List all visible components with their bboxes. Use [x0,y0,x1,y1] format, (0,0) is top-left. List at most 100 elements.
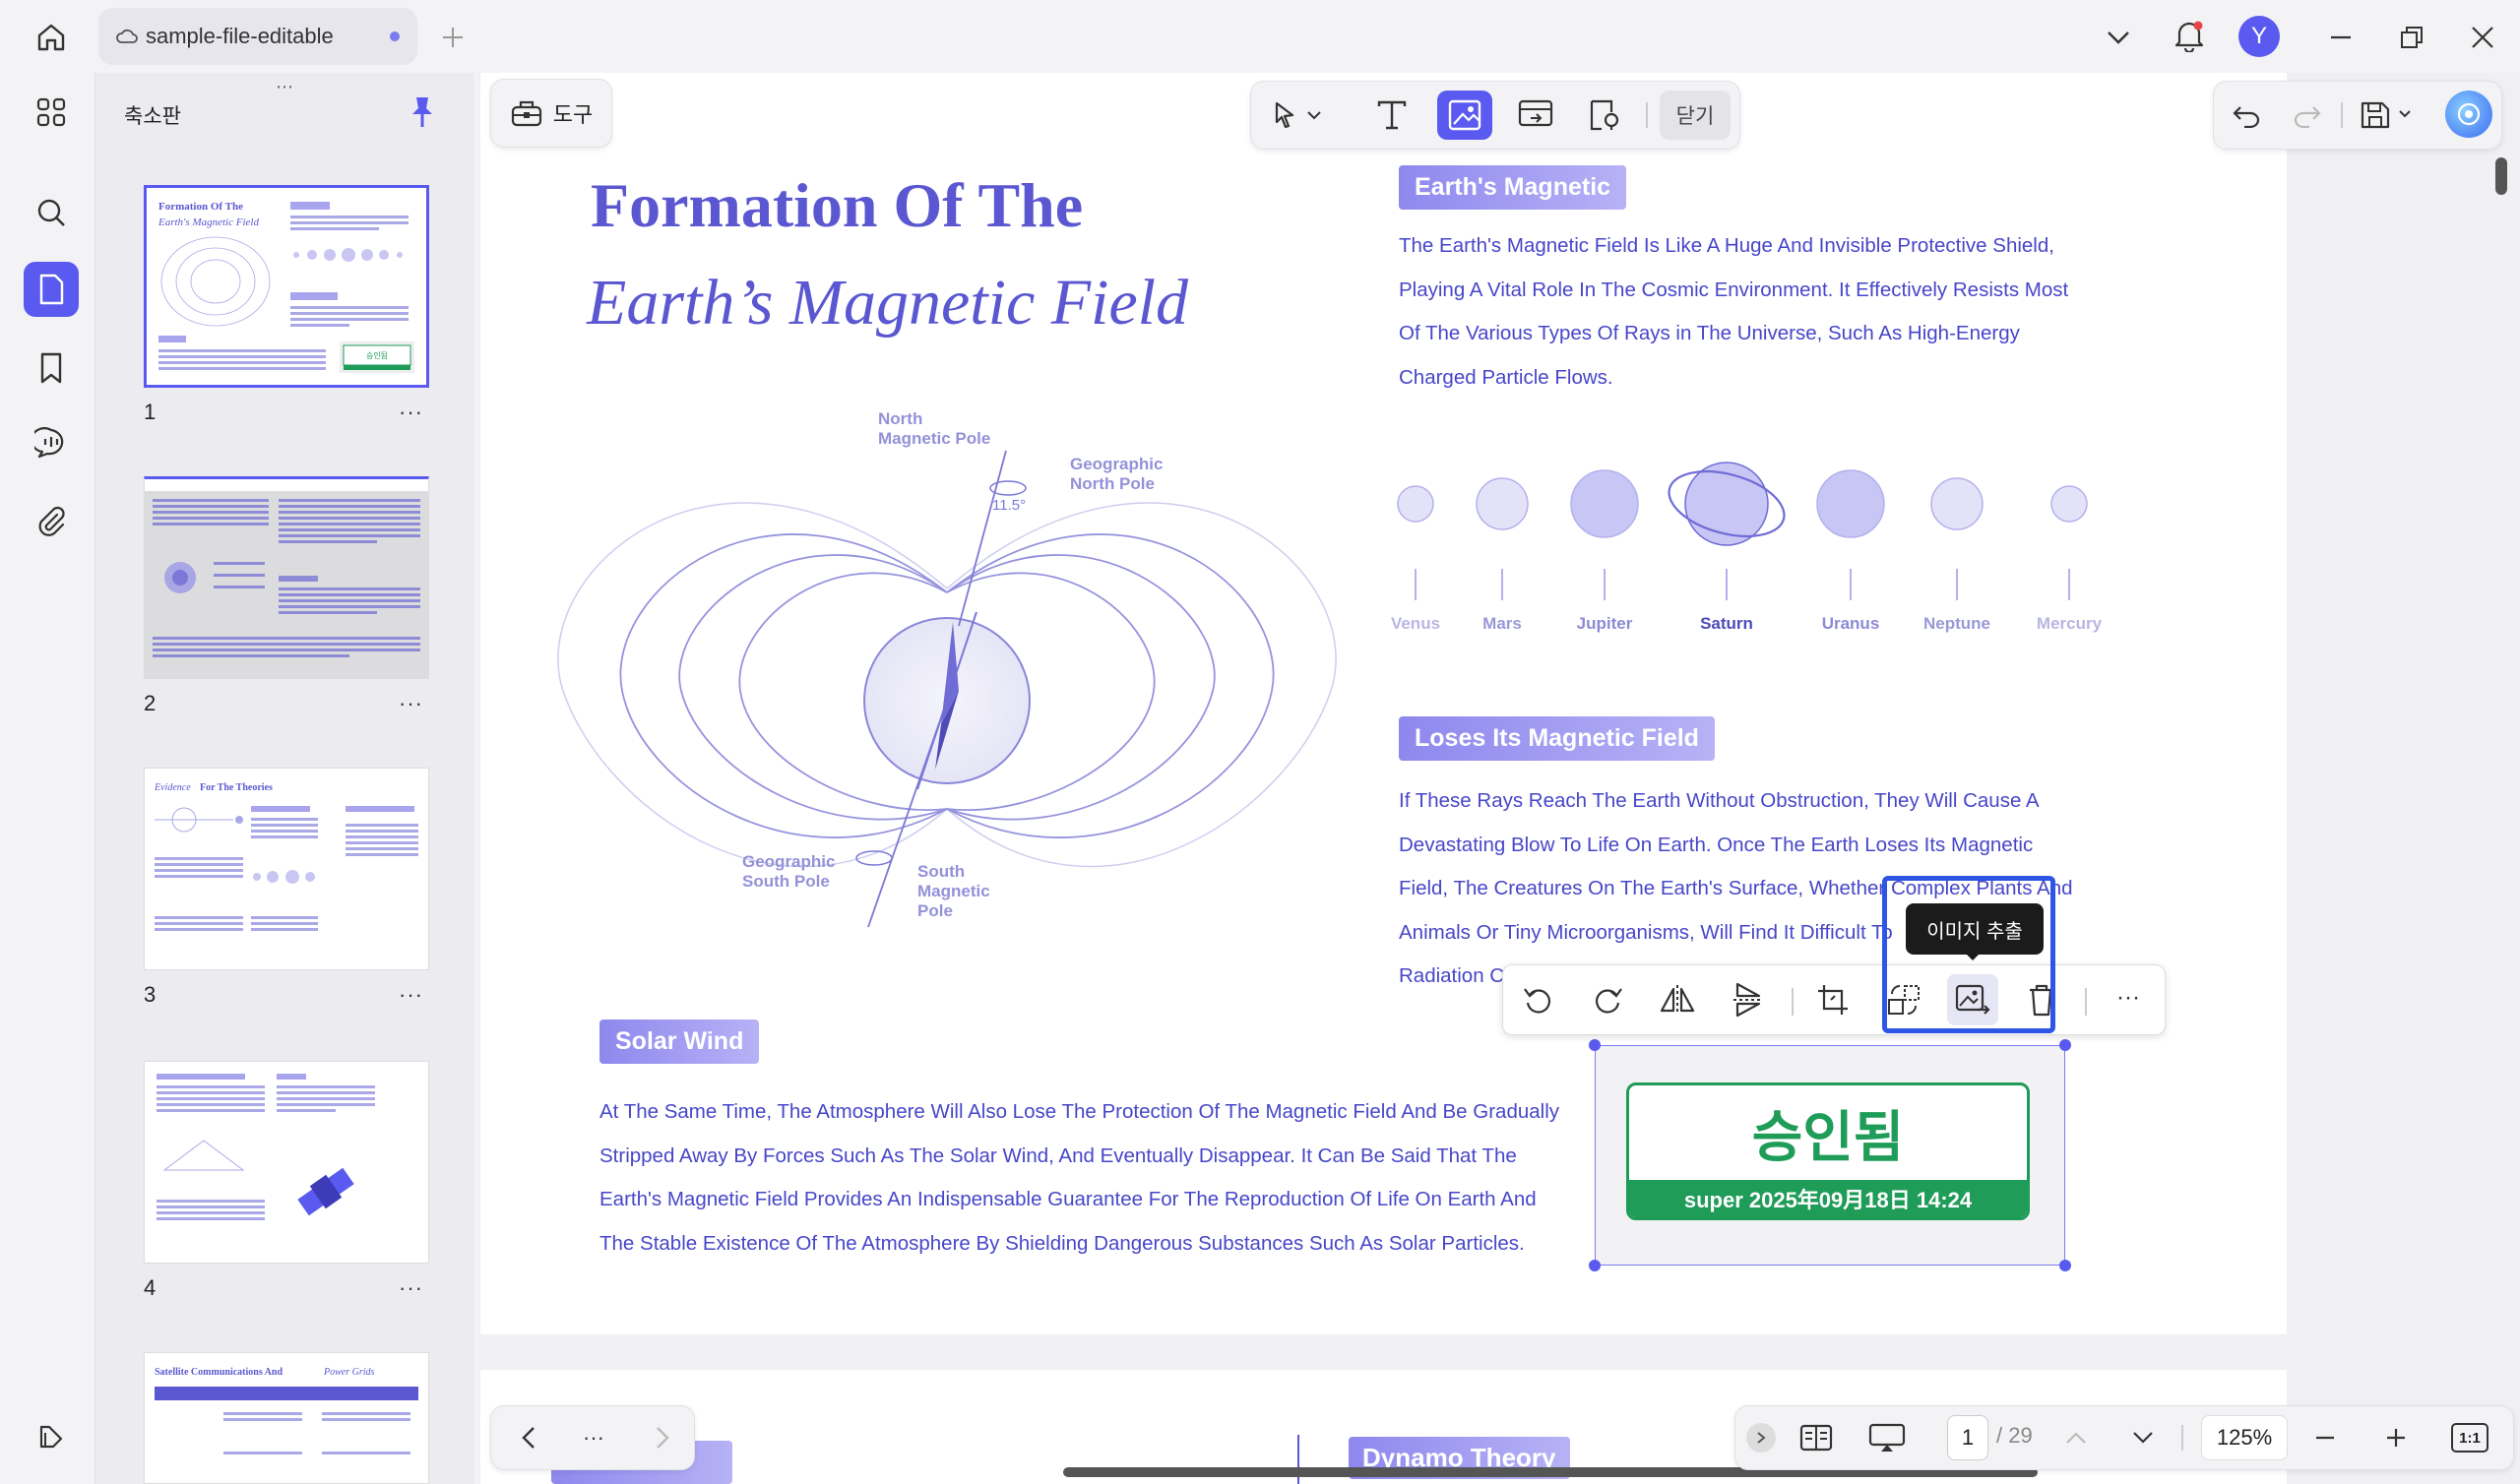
unsaved-dot [390,31,400,41]
planet-saturn [1684,462,1769,546]
stamp-subtitle: super 2025年09月18日 14:24 [1629,1180,2027,1217]
label-south-magnetic-1: South [917,862,966,881]
planet-label-uranus: Uranus [1821,614,1880,633]
page-thumbnail-3[interactable]: Evidence For The Theories [144,768,429,970]
sidebar-toggle-icon[interactable] [24,1409,79,1464]
thumb5-title-a: Satellite Communications And [155,1367,283,1378]
select-tool[interactable] [1262,91,1335,140]
rotate-right-icon[interactable] [1583,974,1634,1025]
heading-earths-magnetic: Earth's Magnetic [1399,165,1627,210]
planets-diagram [1388,453,2116,620]
close-edit-button[interactable]: 닫기 [1660,91,1731,140]
resize-handle-top-right[interactable] [2059,1039,2071,1051]
page-more-4[interactable]: ··· [399,1275,423,1301]
planet-label-jupiter: Jupiter [1576,614,1633,633]
text-tool[interactable] [1364,91,1419,140]
planet-uranus [1816,469,1885,538]
flip-vertical-icon[interactable] [1723,974,1774,1025]
label-geo-north-1: Geographic [1070,455,1164,473]
chevron-down-icon[interactable] [2091,10,2146,65]
flip-horizontal-icon[interactable] [1652,974,1703,1025]
text-line: Charged Particle Flows. [1399,365,1613,389]
label-geo-north-2: North Pole [1070,474,1155,493]
tools-button[interactable]: 도구 [490,79,612,148]
crop-icon[interactable] [1807,974,1858,1025]
page-title-line1: Formation Of The [591,170,1084,240]
pin-icon[interactable] [406,94,439,130]
ai-assistant-icon[interactable] [2445,91,2492,138]
page-thumbnail-5[interactable]: Satellite Communications And Power Grids [144,1352,429,1484]
search-icon[interactable] [24,185,79,240]
vertical-scrollbar[interactable] [2495,157,2507,195]
page-thumbnail-2[interactable] [144,476,429,679]
page-down-icon[interactable] [2120,1413,2166,1462]
image-tool[interactable] [1437,91,1492,140]
planet-label-mars: Mars [1482,614,1522,633]
label-geo-south-2: South Pole [742,872,830,891]
rotate-left-icon[interactable] [1512,974,1563,1025]
avatar[interactable]: Y [2238,16,2280,57]
save-menu-button[interactable] [2353,91,2422,140]
apps-grid-icon[interactable] [24,85,79,140]
thumb1-title-b: Earth's Magnetic Field [158,216,259,228]
resize-handle-bottom-right[interactable] [2059,1260,2071,1271]
text-line: Of The Various Types Of Rays in The Univ… [1399,322,2020,344]
actual-size-label: 1:1 [2451,1423,2488,1453]
label-south-magnetic-3: Pole [917,901,953,920]
page-thumbnail-4[interactable] [144,1061,429,1264]
link-tool[interactable] [1508,91,1563,140]
page-more-3[interactable]: ··· [399,982,423,1008]
thumbnails-icon[interactable] [24,262,79,317]
watermark-tool[interactable] [1577,91,1632,140]
label-south-magnetic-2: Magnetic [917,882,990,900]
resize-handle-top-left[interactable] [1589,1039,1601,1051]
document-tab[interactable]: sample-file-editable [98,8,417,65]
close-icon[interactable] [2455,10,2510,65]
page-more-2[interactable]: ··· [399,691,423,716]
cloud-icon [116,29,138,44]
zoom-in-icon[interactable] [2374,1413,2418,1462]
text-line: The Stable Existence Of The Atmosphere B… [599,1231,1525,1255]
planet-venus [1397,485,1434,523]
label-south-magnetic-pole: South Magnetic Pole [917,862,990,921]
panel-drag-handle[interactable]: ⋯ [276,77,295,97]
bell-icon[interactable] [2162,8,2217,63]
presentation-icon[interactable] [1860,1413,1914,1462]
attachment-icon[interactable] [24,494,79,549]
thumb1-title-a: Formation Of The [158,201,243,213]
label-north-magnetic-1: North [878,409,923,428]
label-geo-south-1: Geographic [742,852,836,871]
thumb3-title-a: Evidence [154,782,191,793]
actual-size-button[interactable]: 1:1 [2443,1413,2496,1462]
planet-mercury [2050,485,2088,523]
zoom-level[interactable]: 125% [2201,1415,2288,1460]
undo-icon[interactable] [2219,91,2274,140]
resize-handle-bottom-left[interactable] [1589,1260,1601,1271]
previous-icon[interactable] [504,1413,553,1462]
restore-icon[interactable] [2384,10,2439,65]
page-up-icon[interactable] [2053,1413,2099,1462]
document-tab-title: sample-file-editable [146,24,334,48]
home-icon[interactable] [24,10,79,65]
planet-label-saturn: Saturn [1700,614,1753,633]
page-layout-icon[interactable] [1792,1413,1841,1462]
zoom-out-icon[interactable] [2303,1413,2347,1462]
expand-icon[interactable] [1746,1423,1776,1453]
comment-icon[interactable] [24,415,79,470]
toolbar-divider [2085,988,2087,1016]
redo-icon[interactable] [2280,91,2335,140]
more-options-button[interactable]: ··· [2103,972,2154,1023]
page-number-input[interactable]: 1 [1947,1415,1988,1460]
thumb1-stamp: 승인됨 [366,350,388,360]
nav-more-button[interactable]: ··· [569,1413,618,1462]
new-tab-icon[interactable] [425,10,480,65]
heading-solar-wind: Solar Wind [599,1020,760,1064]
page-thumbnail-1[interactable]: Formation Of The Earth's Magnetic Field … [144,185,429,388]
bookmark-icon[interactable] [24,340,79,396]
minimize-icon[interactable] [2313,10,2368,65]
approval-stamp[interactable]: 승인됨 super 2025年09月18日 14:24 [1626,1082,2030,1220]
page-number-2: 2 [144,691,157,715]
planet-label-mercury: Mercury [2036,614,2103,633]
page-more-1[interactable]: ··· [399,400,423,425]
next-icon[interactable] [638,1413,687,1462]
